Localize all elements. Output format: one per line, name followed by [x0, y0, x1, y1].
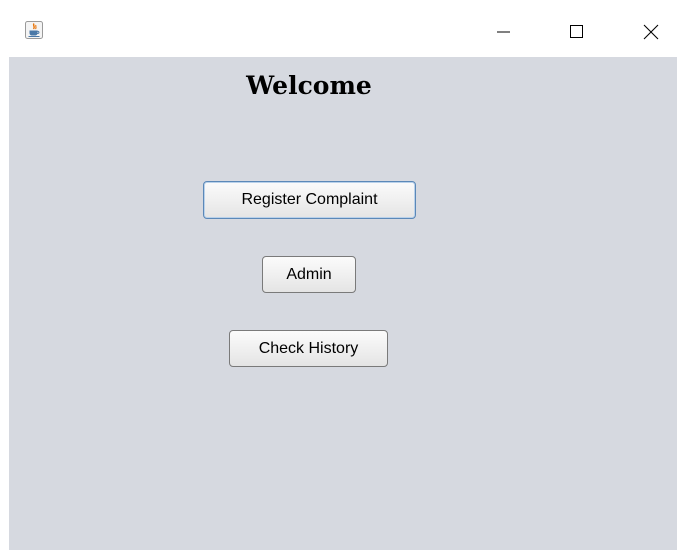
- register-complaint-button[interactable]: Register Complaint: [203, 181, 416, 219]
- check-history-button[interactable]: Check History: [229, 330, 388, 367]
- app-window: Welcome Register Complaint Admin Check H…: [0, 0, 677, 550]
- title-bar[interactable]: [0, 0, 677, 57]
- maximize-button[interactable]: [557, 12, 597, 48]
- minimize-button[interactable]: [485, 12, 525, 48]
- java-icon[interactable]: [25, 21, 43, 39]
- page-title: Welcome: [246, 71, 372, 100]
- content-panel: Welcome Register Complaint Admin Check H…: [9, 57, 677, 550]
- admin-button[interactable]: Admin: [262, 256, 356, 293]
- close-button[interactable]: [631, 12, 671, 48]
